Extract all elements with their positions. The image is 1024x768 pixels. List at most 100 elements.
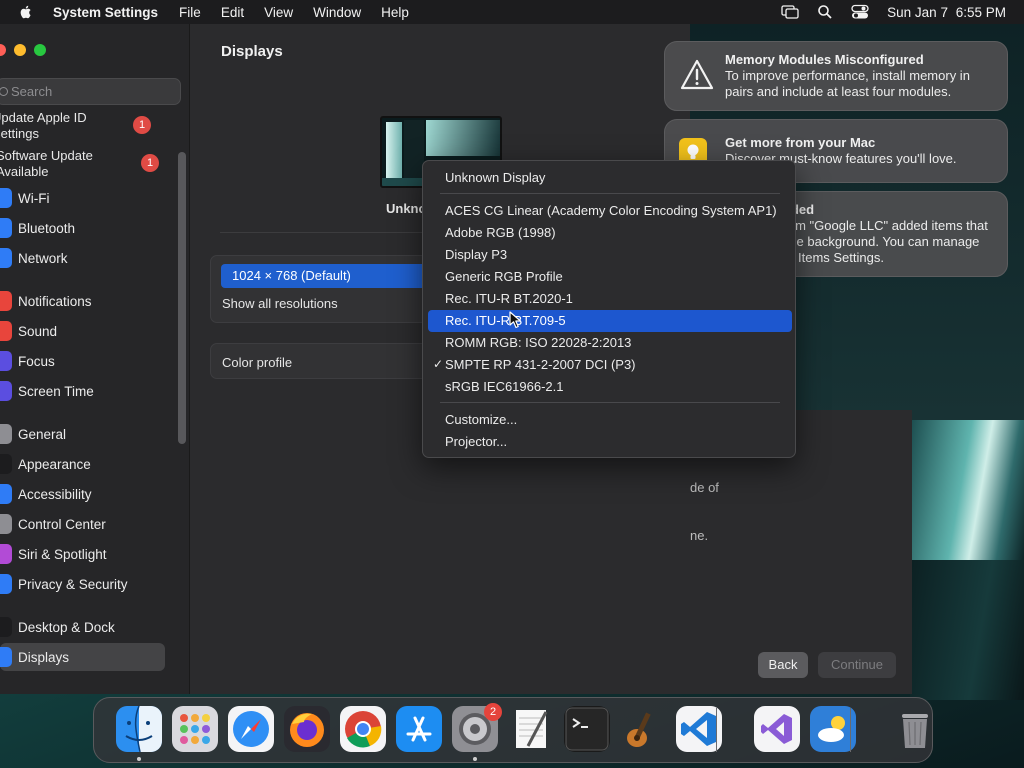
sidebar-item-sound[interactable]: Sound <box>0 317 165 345</box>
hourglass-icon <box>0 381 12 401</box>
appearance-icon <box>0 454 12 474</box>
sidebar-item-privacy-security[interactable]: Privacy & Security <box>0 570 165 598</box>
color-profile-option[interactable]: ROMM RGB: ISO 22028-2:2013 <box>428 332 792 354</box>
menu-separator <box>440 402 780 403</box>
sidebar-search-field[interactable]: Search <box>0 78 181 105</box>
sidebar-item-label: General <box>18 426 67 442</box>
sidebar-item-wi-fi[interactable]: Wi-Fi <box>0 184 165 212</box>
running-indicator <box>137 757 141 761</box>
trash-icon[interactable] <box>892 706 938 752</box>
color-profile-option[interactable]: ACES CG Linear (Academy Color Encoding S… <box>428 200 792 222</box>
color-profile-option-label: ROMM RGB: ISO 22028-2:2013 <box>445 335 632 350</box>
wallpaper-streak <box>910 560 1024 700</box>
sidebar-item-label: Accessibility <box>18 486 92 502</box>
color-profile-option[interactable]: ✓ SMPTE RP 431-2-2007 DCI (P3) <box>428 354 792 376</box>
color-profile-option[interactable]: Rec. ITU-R BT.2020-1 <box>428 288 792 310</box>
dock-badge: 2 <box>484 703 502 721</box>
sidebar-item-appearance[interactable]: Appearance <box>0 450 165 478</box>
sidebar-item-label: Focus <box>18 353 55 369</box>
app-store-icon[interactable] <box>396 706 442 752</box>
alert-badge: 1 <box>141 154 159 172</box>
wifi-icon <box>0 188 12 208</box>
gear-icon <box>0 424 12 444</box>
sidebar-item-network[interactable]: Network <box>0 244 165 272</box>
menu-item-customize[interactable]: Customize... <box>428 409 792 431</box>
back-button[interactable]: Back <box>758 652 808 678</box>
control-center-toggle-icon[interactable] <box>851 4 869 20</box>
continue-button[interactable]: Continue <box>818 652 896 678</box>
textedit-icon[interactable] <box>508 706 554 752</box>
warning-icon <box>680 59 714 90</box>
launchpad-icon[interactable] <box>172 706 218 752</box>
color-profile-option-label: Generic RGB Profile <box>445 269 563 284</box>
sidebar-item-label: Bluetooth <box>18 220 76 236</box>
color-profile-option[interactable]: Generic RGB Profile <box>428 266 792 288</box>
sidebar-item-label: Control Center <box>18 516 106 532</box>
search-icon <box>0 87 8 96</box>
sidebar-item-siri-spotlight[interactable]: Siri & Spotlight <box>0 540 165 568</box>
page-title: Displays <box>221 43 283 60</box>
sidebar-item-displays[interactable]: Displays <box>0 643 165 671</box>
menu-item-projector[interactable]: Projector... <box>428 431 792 453</box>
color-profile-option[interactable]: sRGB IEC61966-2.1 <box>428 376 792 398</box>
zoom-window-button[interactable] <box>34 44 46 56</box>
color-profile-option-label: SMPTE RP 431-2-2007 DCI (P3) <box>445 357 636 372</box>
menu-file[interactable]: File <box>179 5 201 20</box>
sidebar-item-accessibility[interactable]: Accessibility <box>0 480 165 508</box>
menubar-date: Sun Jan 7 <box>887 4 948 20</box>
sidebar-item-bluetooth[interactable]: Bluetooth <box>0 214 165 242</box>
sidebar-item-label: Sound <box>18 323 58 339</box>
alert-badge: 1 <box>133 116 151 134</box>
show-all-resolutions-toggle-label[interactable]: Show all resolutions <box>222 296 338 311</box>
terminal-icon[interactable] <box>564 706 610 752</box>
menu-header-unknown-display: Unknown Display <box>445 170 546 185</box>
dock-separator <box>850 708 851 752</box>
setup-text-fragment: ne. <box>690 528 709 543</box>
color-profile-option-label: Display P3 <box>445 247 508 262</box>
mouse-pointer-icon <box>509 311 522 329</box>
sidebar-item-label: Network <box>18 250 68 266</box>
color-profile-label: Color profile <box>222 355 293 370</box>
sidebar-scrollbar[interactable] <box>178 152 186 444</box>
notification-title: Get more from your Mac <box>725 135 876 150</box>
notification-memory-modules[interactable]: Memory Modules Misconfigured To improve … <box>664 41 1008 111</box>
apple-logo-icon[interactable] <box>18 4 34 20</box>
minimize-window-button[interactable] <box>14 44 26 56</box>
color-profile-option[interactable]: Display P3 <box>428 244 792 266</box>
sidebar-item-label: Desktop & Dock <box>18 619 115 635</box>
sidebar-item-control-center[interactable]: Control Center <box>0 510 165 538</box>
sidebar-item-notifications[interactable]: Notifications <box>0 287 165 315</box>
menu-edit[interactable]: Edit <box>221 5 244 20</box>
sidebar-item-screen-time[interactable]: Screen Time <box>0 377 165 405</box>
color-profile-option[interactable]: Adobe RGB (1998) <box>428 222 792 244</box>
visual-studio-icon[interactable] <box>754 706 800 752</box>
search-placeholder: Search <box>11 84 53 99</box>
sidebar-item-label: Privacy & Security <box>18 576 128 592</box>
setup-text-fragment: de of <box>690 480 719 495</box>
spotlight-search-icon[interactable] <box>817 4 833 20</box>
finder-icon[interactable] <box>116 706 162 752</box>
color-profile-option[interactable]: Rec. ITU-R BT.709-5 <box>428 310 792 332</box>
menu-app-name[interactable]: System Settings <box>53 5 158 20</box>
color-profile-menu: Unknown Display ACES CG Linear (Academy … <box>422 160 796 458</box>
color-profile-option-label: sRGB IEC61966-2.1 <box>445 379 564 394</box>
close-window-button[interactable] <box>0 44 6 56</box>
chrome-icon[interactable] <box>340 706 386 752</box>
sidebar-alert-software-update[interactable]: Software Update Available 1 <box>0 148 171 180</box>
sidebar-item-focus[interactable]: Focus <box>0 347 165 375</box>
firefox-icon[interactable] <box>284 706 330 752</box>
screen-mirroring-icon[interactable] <box>781 5 799 19</box>
menu-help[interactable]: Help <box>381 5 409 20</box>
menu-view[interactable]: View <box>264 5 293 20</box>
instruments-icon[interactable] <box>620 706 666 752</box>
menu-window[interactable]: Window <box>313 5 361 20</box>
sidebar-item-label: Notifications <box>18 293 92 309</box>
menubar-clock[interactable]: Sun Jan 7 6:55 PM <box>887 5 1006 20</box>
bluetooth-icon <box>0 218 12 238</box>
sidebar-alert-apple-id[interactable]: Update Apple ID Settings 1 <box>0 110 167 142</box>
sidebar-item-desktop-dock[interactable]: Desktop & Dock <box>0 613 165 641</box>
safari-icon[interactable] <box>228 706 274 752</box>
sidebar-item-general[interactable]: General <box>0 420 165 448</box>
dock-separator <box>716 708 717 752</box>
speaker-icon <box>0 321 12 341</box>
